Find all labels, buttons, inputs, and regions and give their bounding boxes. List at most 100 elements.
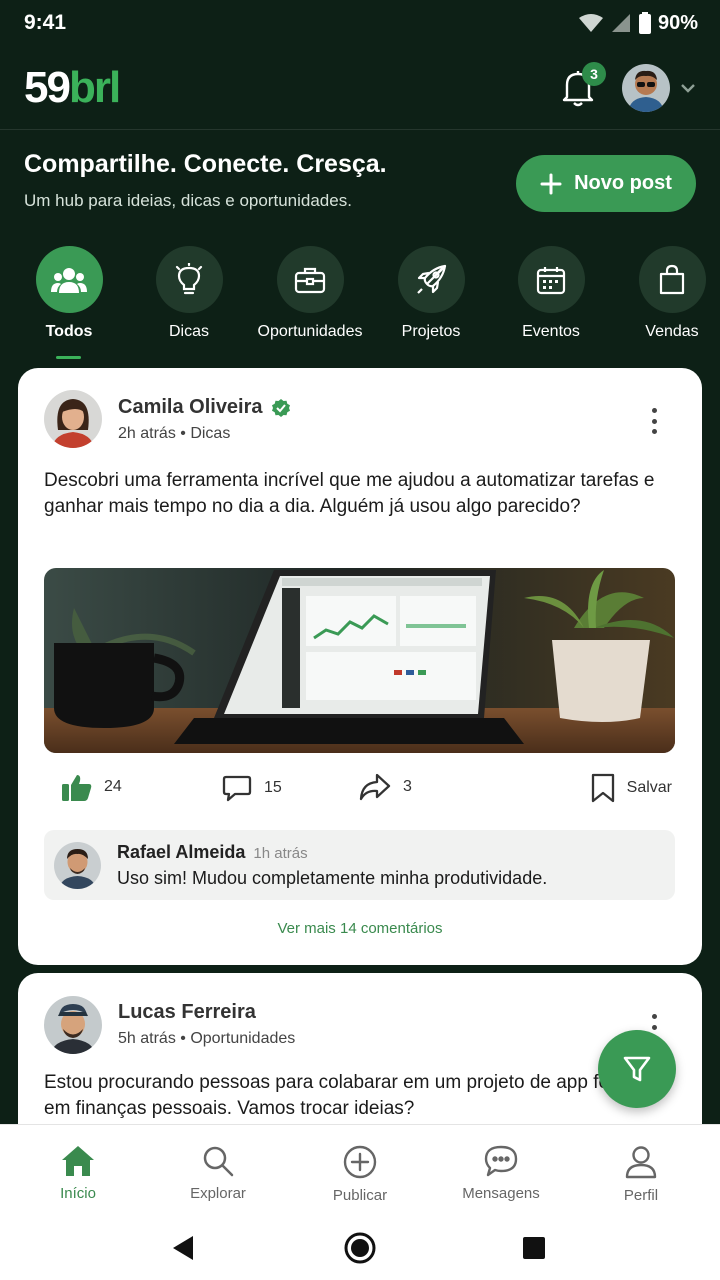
nav-publicar[interactable]: Publicar [300, 1145, 420, 1204]
back-button[interactable] [163, 1228, 203, 1268]
nav-perfil[interactable]: Perfil [581, 1145, 701, 1204]
tab-projetos[interactable]: Projetos [371, 246, 491, 341]
hero-section: Compartilhe. Conecte. Cresça. Um hub par… [24, 150, 696, 230]
avatar[interactable] [44, 996, 102, 1054]
comment-button[interactable]: 15 [222, 773, 282, 803]
status-time: 9:41 [24, 11, 67, 34]
search-icon [203, 1146, 234, 1177]
category-tabs: Todos Dicas Oportunidades Projetos Event… [0, 246, 720, 362]
avatar [622, 63, 670, 112]
nav-inicio[interactable]: Início [18, 1145, 138, 1202]
comment-count: 15 [264, 779, 282, 796]
users-icon [51, 267, 87, 293]
post-time: 2h atrás [118, 425, 176, 442]
notifications-button[interactable]: 3 [558, 61, 606, 110]
profile-menu[interactable] [622, 63, 696, 112]
chevron-down-icon [681, 83, 695, 93]
nav-label: Publicar [332, 1187, 388, 1204]
save-button[interactable]: Salvar [591, 773, 672, 803]
tab-vendas[interactable]: Vendas [612, 246, 720, 341]
tab-label: Oportunidades [257, 323, 363, 340]
share-count: 3 [403, 778, 412, 795]
post-text: Estou procurando pessoas para colabarar … [44, 1072, 651, 1119]
tab-label: Todos [45, 323, 93, 340]
back-icon [173, 1236, 193, 1260]
comment-text: Uso sim! Mudou completamente minha produ… [117, 868, 548, 888]
tab-label: Eventos [522, 323, 580, 340]
post-category: Dicas [190, 425, 231, 442]
nav-label: Mensagens [462, 1185, 540, 1202]
tab-label: Vendas [645, 323, 699, 340]
nav-explorar[interactable]: Explorar [158, 1145, 278, 1202]
more-options-button[interactable] [642, 405, 666, 437]
like-count: 24 [104, 778, 122, 795]
post-meta: 5h atrás • Oportunidades [118, 1030, 296, 1047]
recents-button[interactable] [514, 1228, 554, 1268]
active-tab-indicator [56, 356, 81, 359]
filter-icon [623, 1056, 651, 1082]
home-icon [62, 1146, 94, 1176]
filter-button[interactable] [598, 1030, 676, 1108]
logo[interactable]: 59brl [24, 62, 121, 113]
calendar-icon [536, 266, 566, 294]
system-nav-bar [0, 1228, 720, 1280]
tab-label: Dicas [168, 323, 209, 340]
verified-icon [271, 398, 290, 417]
share-button[interactable]: 3 [359, 773, 412, 801]
plus-icon [540, 173, 562, 194]
comment-time: 1h atrás [253, 845, 308, 862]
status-icons: 90% [578, 12, 698, 35]
logo-accent: brl [68, 62, 121, 112]
nav-label: Explorar [190, 1185, 246, 1202]
post-meta: 2h atrás • Dicas [118, 425, 231, 442]
avatar [54, 842, 101, 889]
rocket-icon [417, 264, 447, 294]
thumbs-up-icon [62, 775, 92, 801]
notification-badge: 3 [582, 61, 606, 86]
tab-dicas[interactable]: Dicas [129, 246, 249, 341]
nav-label: Início [60, 1185, 96, 1202]
comment-author[interactable]: Rafael Almeida [117, 842, 245, 863]
signal-icon [611, 14, 630, 32]
like-button[interactable]: 24 [62, 773, 122, 801]
new-post-button[interactable]: Novo post [516, 155, 696, 212]
post-time: 5h atrás [118, 1030, 176, 1047]
bookmark-icon [591, 773, 614, 803]
post-author[interactable]: Lucas Ferreira [118, 1001, 256, 1024]
author-name: Lucas Ferreira [118, 1001, 256, 1023]
chat-icon [484, 1145, 518, 1177]
user-icon [625, 1146, 657, 1179]
status-bar: 9:41 90% [0, 0, 720, 46]
circle-home-icon [344, 1232, 376, 1264]
post-category: Oportunidades [190, 1030, 296, 1047]
logo-main: 59 [24, 62, 71, 112]
post-actions: 24 15 3 Salvar [62, 773, 672, 813]
new-post-label: Novo post [574, 172, 672, 194]
bottom-nav: Início Explorar Publicar Mensagens Perfi… [0, 1124, 720, 1228]
nav-label: Perfil [623, 1187, 659, 1204]
lightbulb-icon [175, 262, 203, 294]
nav-mensagens[interactable]: Mensagens [441, 1145, 561, 1202]
briefcase-icon [294, 267, 326, 293]
tab-todos[interactable]: Todos [9, 246, 129, 341]
tab-eventos[interactable]: Eventos [491, 246, 611, 341]
avatar[interactable] [44, 390, 102, 448]
post-author[interactable]: Camila Oliveira [118, 396, 291, 419]
square-icon [523, 1237, 545, 1259]
comment-icon [222, 775, 252, 802]
tab-oportunidades[interactable]: Oportunidades [250, 246, 370, 341]
home-system-button[interactable] [340, 1228, 380, 1268]
tab-label: Projetos [401, 323, 461, 340]
battery-icon [638, 12, 651, 34]
shopping-bag-icon [659, 264, 685, 294]
plus-circle-icon [343, 1145, 377, 1179]
wifi-icon [578, 14, 603, 32]
author-name: Camila Oliveira [118, 396, 263, 418]
post-card: Camila Oliveira 2h atrás • Dicas Descobr… [18, 368, 702, 965]
see-more-comments-link[interactable]: Ver mais 14 comentários [18, 920, 702, 937]
post-image[interactable] [44, 568, 675, 753]
battery-percent: 90% [657, 11, 698, 34]
top-comment[interactable]: Rafael Almeida 1h atrás Uso sim! Mudou c… [44, 830, 675, 900]
share-icon [359, 773, 391, 801]
save-label: Salvar [626, 779, 672, 796]
